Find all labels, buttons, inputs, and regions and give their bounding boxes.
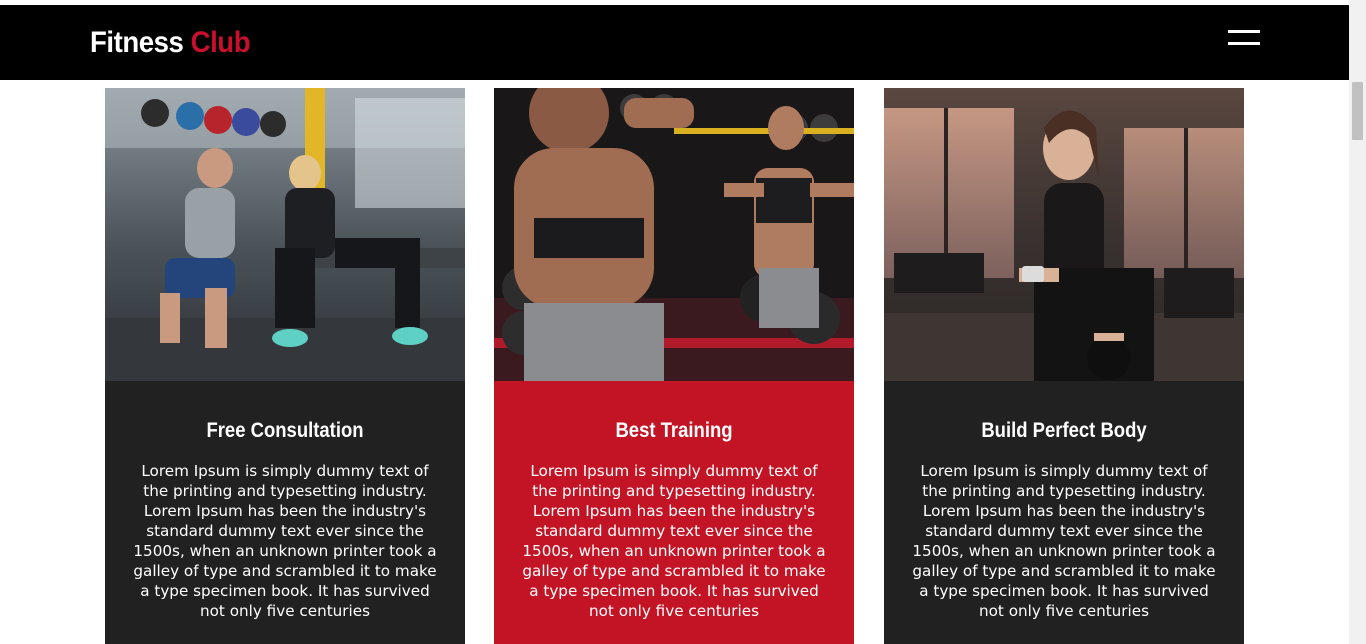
brand-text-primary: Fitness (90, 26, 184, 59)
card-image-mirror-training (494, 88, 854, 381)
hamburger-bar (1228, 30, 1260, 33)
hamburger-menu-icon[interactable] (1228, 29, 1260, 49)
card-image-trainer-client (105, 88, 465, 381)
card-build-perfect-body: Build Perfect Body Lorem Ipsum is simply… (884, 88, 1244, 644)
card-description: Lorem Ipsum is simply dummy text of the … (912, 462, 1216, 620)
card-description: Lorem Ipsum is simply dummy text of the … (133, 462, 437, 620)
card-free-consultation: Free Consultation Lorem Ipsum is simply … (105, 88, 465, 644)
card-title: Build Perfect Body (981, 419, 1147, 442)
card-body: Free Consultation Lorem Ipsum is simply … (105, 381, 465, 644)
hamburger-bar (1228, 42, 1260, 45)
vertical-scrollbar[interactable] (1349, 0, 1366, 644)
card-title: Free Consultation (206, 419, 364, 442)
brand-text-accent: Club (190, 26, 251, 59)
page: Fitness Club Free Consultation Lorem Ips… (0, 0, 1366, 644)
scrollbar-thumb[interactable] (1352, 82, 1363, 140)
card-title: Best Training (615, 419, 733, 442)
card-body: Build Perfect Body Lorem Ipsum is simply… (884, 381, 1244, 644)
navbar: Fitness Club (0, 5, 1349, 80)
card-description: Lorem Ipsum is simply dummy text of the … (522, 462, 826, 620)
card-body: Best Training Lorem Ipsum is simply dumm… (494, 381, 854, 644)
brand-logo[interactable]: Fitness Club (90, 25, 251, 61)
card-best-training: Best Training Lorem Ipsum is simply dumm… (494, 88, 854, 644)
card-image-woman-phone (884, 88, 1244, 381)
